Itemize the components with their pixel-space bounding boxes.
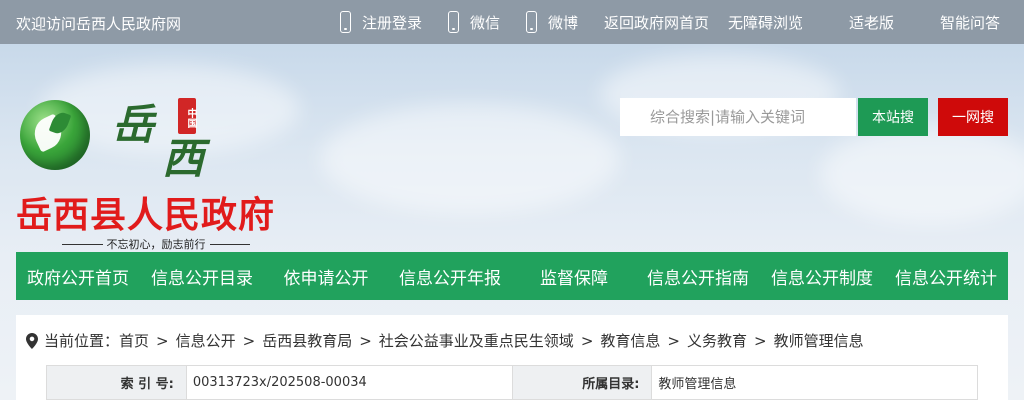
nav-item-apply[interactable]: 依申请公开	[264, 264, 388, 289]
table-row: 索 引 号: 00313723x/202508-00034 所属目录: 教师管理…	[46, 365, 978, 400]
breadcrumb-compulsory-education[interactable]: 义务教育	[687, 330, 747, 351]
site-header: 岳 西 中国 岳西县人民政府 不忘初心，励志前行 本站搜 一网搜 政府公开首页 …	[0, 44, 1024, 400]
breadcrumb-separator: >	[580, 331, 594, 350]
wechat-link[interactable]: 微信	[448, 11, 500, 33]
search-bar: 本站搜 一网搜	[620, 98, 1008, 136]
nav-item-supervision[interactable]: 监督保障	[512, 264, 636, 289]
china-seal: 中国	[178, 98, 196, 134]
top-links: 注册登录 微信 微博 返回政府网首页	[340, 0, 735, 44]
register-login-link[interactable]: 注册登录	[340, 11, 422, 33]
slogan: 不忘初心，励志前行	[62, 236, 250, 252]
breadcrumb-education-info[interactable]: 教育信息	[600, 330, 660, 351]
search-input[interactable]	[620, 98, 856, 136]
nav-item-system[interactable]: 信息公开制度	[760, 264, 884, 289]
breadcrumb-label: 当前位置：	[44, 332, 120, 350]
smart-qa-link[interactable]: 智能问答	[940, 12, 1000, 33]
main-nav: 政府公开首页 信息公开目录 依申请公开 信息公开年报 监督保障 信息公开指南 信…	[16, 252, 1008, 300]
mobile-icon	[526, 11, 538, 33]
breadcrumb-separator: >	[754, 331, 767, 350]
breadcrumb-separator: >	[156, 331, 169, 350]
category-label: 所属目录:	[511, 365, 653, 400]
mobile-icon	[340, 11, 351, 33]
index-number-value: 00313723x/202508-00034	[185, 365, 513, 400]
index-number-label: 索 引 号:	[46, 365, 187, 400]
breadcrumb-education-bureau[interactable]: 岳西县教育局	[262, 330, 352, 351]
site-search-button[interactable]: 本站搜	[858, 98, 928, 136]
weibo-link[interactable]: 微博	[526, 11, 578, 33]
all-search-button[interactable]: 一网搜	[938, 98, 1008, 136]
breadcrumb-teacher-management[interactable]: 教师管理信息	[774, 330, 864, 351]
nav-item-guide[interactable]: 信息公开指南	[636, 264, 760, 289]
category-value: 教师管理信息	[651, 365, 978, 400]
nav-item-home[interactable]: 政府公开首页	[16, 264, 140, 289]
breadcrumb-home[interactable]: 首页	[119, 330, 149, 351]
content-panel: 当前位置： 首页 > 信息公开 > 岳西县教育局 > 社会公益事业及重点民生领域…	[16, 315, 1008, 400]
register-login-label: 注册登录	[362, 13, 423, 32]
breadcrumb-separator: >	[667, 331, 680, 350]
location-pin-icon	[26, 332, 38, 349]
nav-item-statistics[interactable]: 信息公开统计	[884, 264, 1008, 289]
accessibility-link[interactable]: 无障碍浏览	[728, 12, 803, 33]
breadcrumb-separator: >	[242, 331, 256, 350]
slogan-line-right	[209, 243, 250, 245]
elderly-mode-link[interactable]: 适老版	[849, 12, 894, 33]
document-meta-table: 索 引 号: 00313723x/202508-00034 所属目录: 教师管理…	[46, 365, 978, 400]
site-logo[interactable]: 岳 西 中国	[18, 98, 218, 188]
mobile-icon	[448, 11, 460, 33]
top-bar: 欢迎访问岳西人民政府网 注册登录 微信 微博 返回政府网首页 无障碍浏览 适老版…	[0, 0, 1024, 44]
slogan-line-left	[62, 243, 103, 245]
leaf-globe-icon	[20, 100, 90, 170]
weibo-label: 微博	[548, 13, 579, 32]
breadcrumb: 当前位置： 首页 > 信息公开 > 岳西县教育局 > 社会公益事业及重点民生领域…	[26, 330, 864, 351]
top-right-links: 无障碍浏览 适老版 智能问答	[682, 0, 1000, 44]
breadcrumb-info-public[interactable]: 信息公开	[176, 330, 236, 351]
slogan-text: 不忘初心，励志前行	[106, 238, 206, 251]
nav-item-catalog[interactable]: 信息公开目录	[140, 264, 264, 289]
breadcrumb-separator: >	[359, 331, 372, 350]
government-name: 岳西县人民政府	[16, 195, 276, 236]
wechat-label: 微信	[470, 13, 501, 32]
nav-item-annual-report[interactable]: 信息公开年报	[388, 264, 512, 289]
breadcrumb-public-welfare[interactable]: 社会公益事业及重点民生领域	[379, 330, 574, 351]
welcome-text: 欢迎访问岳西人民政府网	[16, 15, 182, 33]
